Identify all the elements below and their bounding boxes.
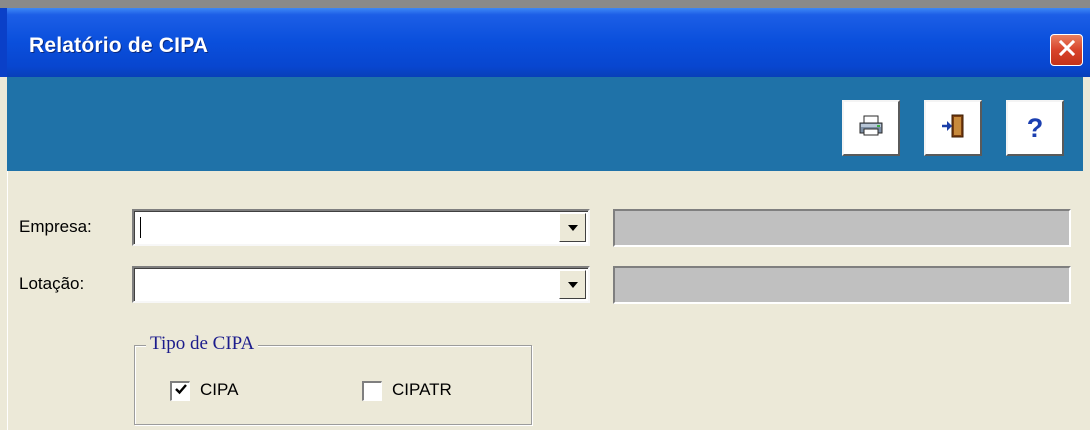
lotacao-label: Lotação: (19, 274, 85, 293)
cipa-checkbox[interactable] (170, 381, 190, 401)
chevron-down-icon (567, 281, 578, 288)
tipo-cipa-legend: Tipo de CIPA (146, 333, 259, 355)
chevron-down-icon (567, 224, 578, 231)
title-bar[interactable]: Relatório de CIPA (0, 8, 1090, 77)
tipo-cipa-groupbox (134, 345, 532, 425)
empresa-dropdown-button[interactable] (559, 213, 586, 242)
toolbar: ? (7, 77, 1083, 171)
printer-icon (858, 114, 884, 143)
help-button[interactable]: ? (1006, 100, 1064, 156)
lotacao-combobox[interactable] (132, 266, 590, 303)
close-icon (1057, 38, 1077, 63)
lotacao-dropdown-button[interactable] (559, 270, 586, 299)
lotacao-description-field (613, 266, 1071, 304)
question-mark-icon: ? (1026, 112, 1044, 143)
text-cursor (140, 217, 141, 238)
print-button[interactable] (842, 100, 900, 156)
close-button[interactable] (1050, 34, 1083, 66)
checkmark-icon (174, 382, 188, 401)
exit-door-icon (939, 112, 967, 145)
cipatr-checkbox-label[interactable]: CIPATR (392, 380, 452, 400)
report-window: Relatório de CIPA ? Empresa: Lotação: Ti… (0, 8, 1090, 430)
window-title: Relatório de CIPA (29, 34, 209, 57)
empresa-label: Empresa: (19, 217, 92, 236)
cipa-checkbox-label[interactable]: CIPA (200, 380, 238, 400)
exit-button[interactable] (924, 100, 982, 156)
empresa-combobox[interactable] (132, 209, 590, 246)
form-area: Empresa: Lotação: Tipo de CIPA CIPA CIPA… (7, 171, 1084, 430)
empresa-description-field (613, 209, 1071, 247)
cipatr-checkbox[interactable] (362, 381, 382, 401)
